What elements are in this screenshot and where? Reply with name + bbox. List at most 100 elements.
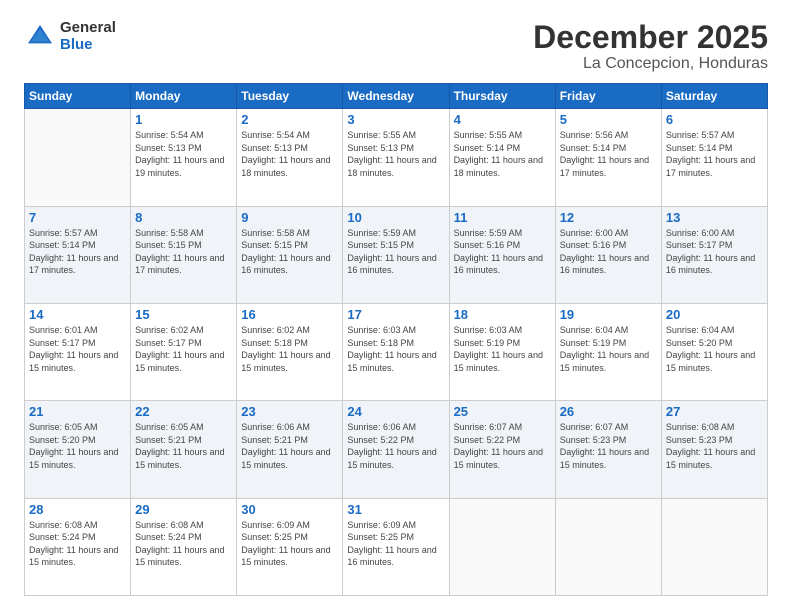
sun-info: Sunrise: 6:04 AM Sunset: 5:19 PM Dayligh… — [560, 324, 657, 374]
table-row — [25, 109, 131, 206]
day-number: 3 — [347, 112, 444, 127]
col-monday: Monday — [131, 84, 237, 109]
day-number: 27 — [666, 404, 763, 419]
sun-info: Sunrise: 6:03 AM Sunset: 5:18 PM Dayligh… — [347, 324, 444, 374]
day-number: 22 — [135, 404, 232, 419]
col-wednesday: Wednesday — [343, 84, 449, 109]
calendar-header-row: Sunday Monday Tuesday Wednesday Thursday… — [25, 84, 768, 109]
day-number: 11 — [454, 210, 551, 225]
table-row: 4 Sunrise: 5:55 AM Sunset: 5:14 PM Daylig… — [449, 109, 555, 206]
table-row: 27 Sunrise: 6:08 AM Sunset: 5:23 PM Dayli… — [661, 401, 767, 498]
table-row: 19Sunrise: 6:04 AM Sunset: 5:19 PM Dayli… — [555, 303, 661, 400]
calendar-week-row: 7 Sunrise: 5:57 AM Sunset: 5:14 PM Daylig… — [25, 206, 768, 303]
sun-info: Sunrise: 5:55 AM Sunset: 5:14 PM Dayligh… — [454, 129, 551, 179]
table-row: 20 Sunrise: 6:04 AM Sunset: 5:20 PM Dayli… — [661, 303, 767, 400]
calendar-week-row: 14Sunrise: 6:01 AM Sunset: 5:17 PM Dayli… — [25, 303, 768, 400]
logo-blue-text: Blue — [60, 37, 116, 54]
logo-general-text: General — [60, 20, 116, 37]
sun-info: Sunrise: 6:08 AM Sunset: 5:23 PM Dayligh… — [666, 421, 763, 471]
logo: General Blue — [24, 20, 116, 53]
sun-info: Sunrise: 6:06 AM Sunset: 5:21 PM Dayligh… — [241, 421, 338, 471]
table-row: 22 Sunrise: 6:05 AM Sunset: 5:21 PM Dayli… — [131, 401, 237, 498]
day-number: 1 — [135, 112, 232, 127]
sun-info: Sunrise: 6:09 AM Sunset: 5:25 PM Dayligh… — [347, 519, 444, 569]
day-number: 18 — [454, 307, 551, 322]
sun-info: Sunrise: 5:54 AM Sunset: 5:13 PM Dayligh… — [135, 129, 232, 179]
day-number: 30 — [241, 502, 338, 517]
sun-info: Sunrise: 6:02 AM Sunset: 5:17 PM Dayligh… — [135, 324, 232, 374]
table-row: 17 Sunrise: 6:03 AM Sunset: 5:18 PM Dayli… — [343, 303, 449, 400]
table-row: 23 Sunrise: 6:06 AM Sunset: 5:21 PM Dayli… — [237, 401, 343, 498]
table-row: 12 Sunrise: 6:00 AM Sunset: 5:16 PM Dayli… — [555, 206, 661, 303]
sun-info: Sunrise: 5:57 AM Sunset: 5:14 PM Dayligh… — [666, 129, 763, 179]
table-row — [661, 498, 767, 595]
table-row: 21Sunrise: 6:05 AM Sunset: 5:20 PM Dayli… — [25, 401, 131, 498]
col-sunday: Sunday — [25, 84, 131, 109]
table-row: 24Sunrise: 6:06 AM Sunset: 5:22 PM Dayli… — [343, 401, 449, 498]
sun-info: Sunrise: 6:04 AM Sunset: 5:20 PM Dayligh… — [666, 324, 763, 374]
sun-info: Sunrise: 6:08 AM Sunset: 5:24 PM Dayligh… — [29, 519, 126, 569]
col-saturday: Saturday — [661, 84, 767, 109]
table-row: 1 Sunrise: 5:54 AM Sunset: 5:13 PM Daylig… — [131, 109, 237, 206]
sun-info: Sunrise: 6:01 AM Sunset: 5:17 PM Dayligh… — [29, 324, 126, 374]
day-number: 17 — [347, 307, 444, 322]
sun-info: Sunrise: 5:54 AM Sunset: 5:13 PM Dayligh… — [241, 129, 338, 179]
sun-info: Sunrise: 6:00 AM Sunset: 5:16 PM Dayligh… — [560, 227, 657, 277]
table-row — [555, 498, 661, 595]
table-row: 8 Sunrise: 5:58 AM Sunset: 5:15 PM Daylig… — [131, 206, 237, 303]
table-row: 25 Sunrise: 6:07 AM Sunset: 5:22 PM Dayli… — [449, 401, 555, 498]
col-thursday: Thursday — [449, 84, 555, 109]
table-row: 14Sunrise: 6:01 AM Sunset: 5:17 PM Dayli… — [25, 303, 131, 400]
col-friday: Friday — [555, 84, 661, 109]
table-row: 30 Sunrise: 6:09 AM Sunset: 5:25 PM Dayli… — [237, 498, 343, 595]
table-row: 18 Sunrise: 6:03 AM Sunset: 5:19 PM Dayli… — [449, 303, 555, 400]
sun-info: Sunrise: 5:58 AM Sunset: 5:15 PM Dayligh… — [135, 227, 232, 277]
table-row: 13 Sunrise: 6:00 AM Sunset: 5:17 PM Dayli… — [661, 206, 767, 303]
sun-info: Sunrise: 5:59 AM Sunset: 5:15 PM Dayligh… — [347, 227, 444, 277]
sun-info: Sunrise: 5:55 AM Sunset: 5:13 PM Dayligh… — [347, 129, 444, 179]
day-number: 13 — [666, 210, 763, 225]
sun-info: Sunrise: 6:02 AM Sunset: 5:18 PM Dayligh… — [241, 324, 338, 374]
calendar-week-row: 1 Sunrise: 5:54 AM Sunset: 5:13 PM Daylig… — [25, 109, 768, 206]
sun-info: Sunrise: 6:05 AM Sunset: 5:21 PM Dayligh… — [135, 421, 232, 471]
day-number: 24 — [347, 404, 444, 419]
day-number: 23 — [241, 404, 338, 419]
day-number: 9 — [241, 210, 338, 225]
sun-info: Sunrise: 6:07 AM Sunset: 5:22 PM Dayligh… — [454, 421, 551, 471]
day-number: 28 — [29, 502, 126, 517]
table-row: 28 Sunrise: 6:08 AM Sunset: 5:24 PM Dayli… — [25, 498, 131, 595]
logo-text: General Blue — [60, 20, 116, 53]
header: General Blue December 2025 La Concepcion… — [24, 20, 768, 73]
day-number: 5 — [560, 112, 657, 127]
sun-info: Sunrise: 5:57 AM Sunset: 5:14 PM Dayligh… — [29, 227, 126, 277]
col-tuesday: Tuesday — [237, 84, 343, 109]
day-number: 29 — [135, 502, 232, 517]
sun-info: Sunrise: 5:59 AM Sunset: 5:16 PM Dayligh… — [454, 227, 551, 277]
table-row: 15 Sunrise: 6:02 AM Sunset: 5:17 PM Dayli… — [131, 303, 237, 400]
table-row: 5Sunrise: 5:56 AM Sunset: 5:14 PM Daylig… — [555, 109, 661, 206]
day-number: 15 — [135, 307, 232, 322]
table-row: 7 Sunrise: 5:57 AM Sunset: 5:14 PM Daylig… — [25, 206, 131, 303]
sun-info: Sunrise: 6:07 AM Sunset: 5:23 PM Dayligh… — [560, 421, 657, 471]
sun-info: Sunrise: 6:00 AM Sunset: 5:17 PM Dayligh… — [666, 227, 763, 277]
table-row: 11 Sunrise: 5:59 AM Sunset: 5:16 PM Dayli… — [449, 206, 555, 303]
table-row: 16Sunrise: 6:02 AM Sunset: 5:18 PM Dayli… — [237, 303, 343, 400]
table-row — [449, 498, 555, 595]
day-number: 8 — [135, 210, 232, 225]
sun-info: Sunrise: 6:09 AM Sunset: 5:25 PM Dayligh… — [241, 519, 338, 569]
day-number: 21 — [29, 404, 126, 419]
day-number: 20 — [666, 307, 763, 322]
table-row: 10Sunrise: 5:59 AM Sunset: 5:15 PM Dayli… — [343, 206, 449, 303]
title-block: December 2025 La Concepcion, Honduras — [533, 20, 768, 73]
day-number: 12 — [560, 210, 657, 225]
month-title: December 2025 — [533, 20, 768, 55]
day-number: 7 — [29, 210, 126, 225]
day-number: 26 — [560, 404, 657, 419]
table-row: 26 Sunrise: 6:07 AM Sunset: 5:23 PM Dayli… — [555, 401, 661, 498]
logo-icon — [24, 21, 56, 53]
sun-info: Sunrise: 6:08 AM Sunset: 5:24 PM Dayligh… — [135, 519, 232, 569]
day-number: 25 — [454, 404, 551, 419]
table-row: 2Sunrise: 5:54 AM Sunset: 5:13 PM Daylig… — [237, 109, 343, 206]
day-number: 4 — [454, 112, 551, 127]
sun-info: Sunrise: 6:03 AM Sunset: 5:19 PM Dayligh… — [454, 324, 551, 374]
